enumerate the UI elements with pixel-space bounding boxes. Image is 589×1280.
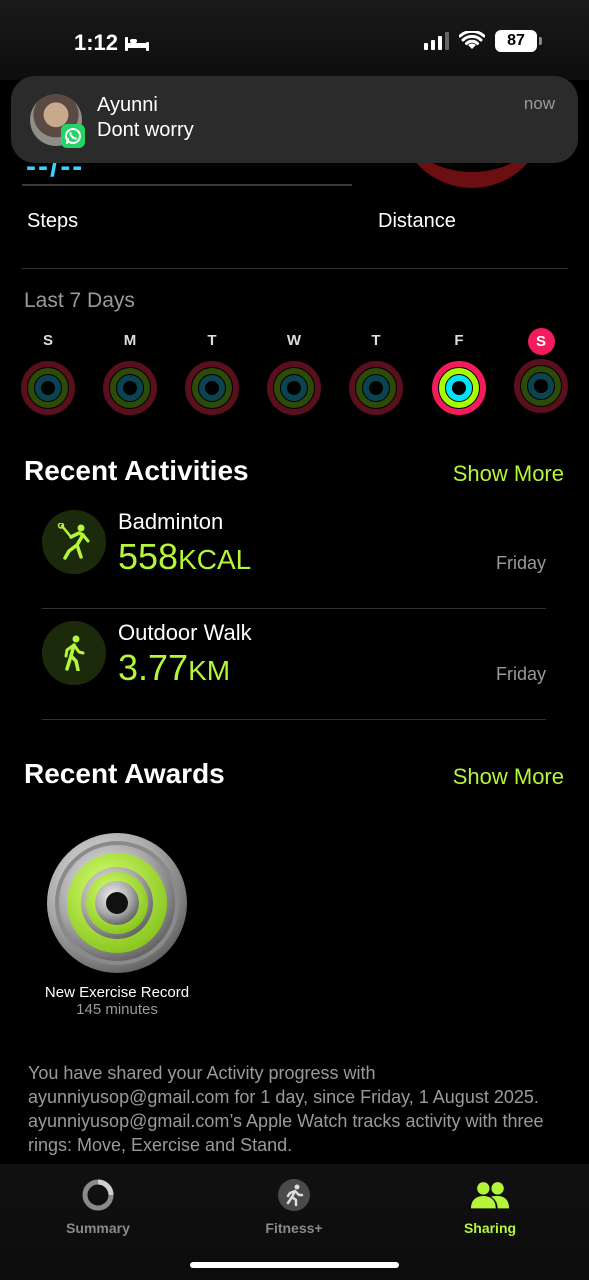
recent-awards-title: Recent Awards: [24, 758, 225, 789]
tab-summary[interactable]: Summary: [38, 1178, 158, 1236]
day-letter-today: S: [527, 328, 555, 355]
walk-icon: [42, 621, 106, 685]
activity-value: 558KCAL: [118, 536, 251, 578]
sharing-info-text: You have shared your Activity progress w…: [28, 1063, 544, 1155]
status-bar: 1:12 87: [0, 0, 589, 80]
activity-number: 3.77: [118, 647, 189, 688]
wifi-icon: [459, 31, 485, 49]
activity-rings-icon: [184, 360, 240, 416]
activity-name: Outdoor Walk: [118, 620, 252, 645]
day-letter: T: [371, 332, 381, 349]
sleep-bed-icon: [125, 37, 149, 51]
activity-row-outdoor-walk[interactable]: Outdoor Walk 3.77KM Friday: [42, 609, 546, 720]
activity-rings-icon: [431, 360, 487, 416]
activity-rings-icon: [513, 358, 569, 414]
home-indicator[interactable]: [190, 1262, 399, 1268]
distance-label: Distance: [378, 210, 456, 232]
tab-fitness-plus[interactable]: Fitness+: [234, 1178, 354, 1236]
day-wednesday[interactable]: W: [266, 328, 322, 416]
day-tuesday[interactable]: T: [184, 328, 240, 416]
week-rings: S M T W T F S: [20, 328, 570, 418]
divider: [22, 268, 568, 269]
recent-awards-show-more-link[interactable]: Show More: [453, 764, 564, 790]
activity-day: Friday: [495, 553, 546, 573]
day-friday[interactable]: F: [431, 328, 487, 416]
day-letter: S: [42, 332, 53, 349]
fitness-plus-icon: [274, 1178, 314, 1212]
tab-label: Fitness+: [265, 1220, 323, 1236]
status-time: 1:12: [74, 30, 119, 55]
summary-ring-icon: [78, 1178, 118, 1212]
day-letter: M: [123, 332, 137, 349]
activity-rings-icon: [348, 360, 404, 416]
battery-indicator: 87: [495, 30, 542, 52]
notification-title: Ayunni: [97, 94, 158, 116]
sharing-people-icon: [470, 1178, 510, 1212]
award-name: New Exercise Record: [44, 984, 190, 1001]
recent-activities-title: Recent Activities: [24, 455, 249, 486]
divider: [22, 184, 352, 186]
day-letter: W: [286, 332, 302, 349]
day-monday[interactable]: M: [102, 328, 158, 416]
activity-name: Badminton: [118, 509, 224, 534]
notification-banner[interactable]: Ayunni Dont worry now: [11, 76, 578, 163]
activity-unit: KCAL: [178, 544, 252, 575]
cellular-signal-icon: [424, 32, 449, 50]
steps-label: Steps: [27, 210, 79, 232]
day-sunday[interactable]: S: [20, 328, 76, 416]
tab-sharing[interactable]: Sharing: [430, 1178, 550, 1236]
activity-unit: KM: [188, 655, 231, 686]
exercise-record-medal-icon[interactable]: [46, 832, 188, 974]
day-letter: F: [454, 332, 464, 349]
activity-day: Friday: [495, 664, 546, 684]
whatsapp-icon: [61, 124, 85, 148]
activity-rings-icon: [102, 360, 158, 416]
award-subtitle: 145 minutes: [76, 1001, 158, 1018]
last-7-days-title: Last 7 Days: [24, 289, 135, 312]
badminton-icon: [42, 510, 106, 574]
activity-number: 558: [118, 536, 179, 577]
activity-row-badminton[interactable]: Badminton 558KCAL Friday: [42, 498, 546, 609]
recent-activities-show-more-link[interactable]: Show More: [453, 461, 564, 487]
divider: [42, 719, 546, 720]
activity-value: 3.77KM: [118, 647, 230, 689]
tab-label: Sharing: [463, 1220, 517, 1236]
tab-label: Summary: [66, 1220, 130, 1236]
day-saturday[interactable]: S: [513, 328, 569, 414]
activity-rings-icon: [20, 360, 76, 416]
day-thursday[interactable]: T: [348, 328, 404, 416]
activity-rings-icon: [266, 360, 322, 416]
notification-time: now: [523, 94, 555, 113]
notification-body: Dont worry: [97, 119, 194, 141]
day-letter: T: [207, 332, 217, 349]
